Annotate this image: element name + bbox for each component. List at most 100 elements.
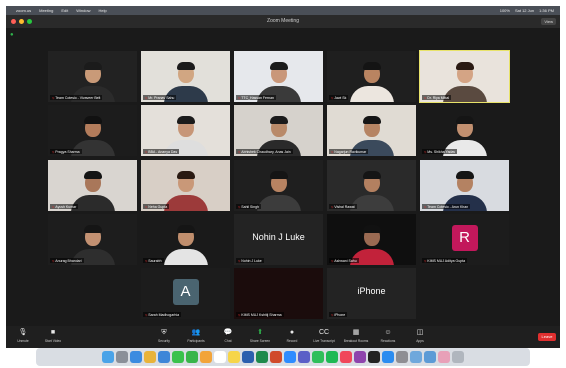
participant-tile[interactable]: ⦸Abhishek Chaudhary, Anas Jain xyxy=(234,105,323,156)
start-video-button[interactable]: ■ Start Video xyxy=(38,328,68,343)
photos-icon[interactable] xyxy=(200,351,212,363)
chat-button[interactable]: 💬 Chat xyxy=(213,328,243,343)
participant-tile[interactable]: A ⦸Sarah Madhogarhia xyxy=(141,268,230,319)
participant-name: Nohin J Luke xyxy=(241,258,262,263)
participant-tile[interactable]: ⦸Vishal Rawat xyxy=(327,160,416,211)
muted-mic-icon: ⦸ xyxy=(331,204,334,209)
participant-tile[interactable]: ⦸TTC_Hassan Fernan xyxy=(234,51,323,102)
powerpoint-icon[interactable] xyxy=(270,351,282,363)
excel-icon[interactable] xyxy=(256,351,268,363)
participant-hair xyxy=(176,171,195,179)
leave-button[interactable]: Leave xyxy=(538,333,556,341)
trash-icon[interactable] xyxy=(452,351,464,363)
safari-icon[interactable] xyxy=(130,351,142,363)
toolbar-button-label: Participants xyxy=(187,339,205,343)
screen: zoom.us Meeting Edit Window Help 100% Sa… xyxy=(0,0,566,368)
breakout-rooms-button[interactable]: ▦ Breakout Rooms xyxy=(341,328,371,343)
record-icon: ● xyxy=(289,329,295,336)
reactions-button[interactable]: ☺ Reactions xyxy=(373,328,403,343)
camera-icon: ■ xyxy=(50,329,56,336)
facetime-icon[interactable] xyxy=(186,351,198,363)
participant-tile[interactable]: ⦸BBA - Ananya Das xyxy=(141,105,230,156)
participant-tile[interactable]: Nohin J Luke ⦸Nohin J Luke xyxy=(234,214,323,265)
chrome-icon[interactable] xyxy=(144,351,156,363)
participant-tile[interactable]: ⦸Jawi Sk xyxy=(327,51,416,102)
participant-display-name: Nohin J Luke xyxy=(252,232,305,242)
toolbar-button-label: Share Screen xyxy=(249,339,271,343)
spotify-icon[interactable] xyxy=(326,351,338,363)
menu-edit[interactable]: Edit xyxy=(61,8,68,13)
tv-icon[interactable] xyxy=(368,351,380,363)
participant-tile[interactable]: iPhone ⦸iPhone xyxy=(327,268,416,319)
record-button[interactable]: ● Record xyxy=(277,328,307,343)
participant-name: Anurag Bhandari xyxy=(55,258,82,263)
podcasts-icon[interactable] xyxy=(354,351,366,363)
participant-tile[interactable]: ⦸Ms. Shikha Yadav xyxy=(420,105,509,156)
preview-icon[interactable] xyxy=(410,351,422,363)
participant-tile[interactable]: ⦸Nagarjun Ravikumar xyxy=(327,105,416,156)
whatsapp-icon[interactable] xyxy=(312,351,324,363)
participant-tile[interactable]: ⦸Anurag Bhandari xyxy=(48,214,137,265)
participant-name-label: ⦸Sarah Madhogarhia xyxy=(143,312,182,317)
live-transcript-button[interactable]: CC Live Transcript xyxy=(309,328,339,343)
participant-tile[interactable]: R ⦸KIMS MUJ Aditya Gupta xyxy=(420,214,509,265)
emoji-icon: ☺ xyxy=(384,329,392,336)
participant-tile[interactable]: ⦸Dr. Riya Mittal xyxy=(419,50,510,103)
muted-mic-icon: ⦸ xyxy=(145,204,148,209)
participant-name-label: ⦸Ashwani Sahu xyxy=(329,258,359,263)
menu-window[interactable]: Window xyxy=(76,8,90,13)
share-screen-button[interactable]: ⬆ Share Screen xyxy=(245,328,275,343)
participant-name: Team Cotesio - Vivaveer Belt xyxy=(55,95,101,100)
participant-name: Sahil Singh xyxy=(241,204,260,209)
participant-name-label: ⦸Pragya Sharma xyxy=(50,149,82,154)
participant-tile[interactable]: ⦸Team Cotesio - Vivaveer Belt xyxy=(48,51,137,102)
participant-tile[interactable]: ⦸Pragya Sharma xyxy=(48,105,137,156)
photos2-icon[interactable] xyxy=(438,351,450,363)
notes-icon[interactable] xyxy=(228,351,240,363)
menu-help[interactable]: Help xyxy=(99,8,107,13)
calendar-icon[interactable] xyxy=(214,351,226,363)
mail-icon[interactable] xyxy=(158,351,170,363)
music-icon[interactable] xyxy=(340,351,352,363)
settings-icon[interactable] xyxy=(396,351,408,363)
word-icon[interactable] xyxy=(242,351,254,363)
participant-name-label: ⦸Team Cotesio - Arun Khan xyxy=(422,204,471,209)
launchpad-icon[interactable] xyxy=(116,351,128,363)
messages-icon[interactable] xyxy=(172,351,184,363)
battery-percent[interactable]: 100% xyxy=(500,8,510,13)
muted-mic-icon: ⦸ xyxy=(145,95,148,100)
participant-tile[interactable]: ⦸Team Cotesio - Arun Khan xyxy=(420,160,509,211)
participant-name: Abhishek Chaudhary, Anas Jain xyxy=(241,149,291,154)
participant-name-label: ⦸Nohin J Luke xyxy=(236,258,264,263)
participant-tile[interactable]: ⦸Ayush Kumar xyxy=(48,160,137,211)
apps-button[interactable]: ◫ Apps xyxy=(405,328,435,343)
participant-tile[interactable]: ⦸Ashwani Sahu xyxy=(327,214,416,265)
participants-button[interactable]: 👥 Participants xyxy=(181,328,211,343)
shield-icon: ⛨ xyxy=(161,329,167,336)
participant-name: iPhone xyxy=(334,312,346,317)
participant-name: Ms. Shikha Yadav xyxy=(427,149,456,154)
unmute-button[interactable]: 🎙 Unmute xyxy=(8,328,38,343)
participant-tile[interactable]: ⦸KIMS MUJ Kshitij Sharma xyxy=(234,268,323,319)
participant-tile[interactable]: ⦸Neha Gupta xyxy=(141,160,230,211)
finder-icon[interactable] xyxy=(102,351,114,363)
menu-time[interactable]: 1:36 PM xyxy=(539,8,554,13)
encryption-shield-icon[interactable]: ● xyxy=(10,32,16,38)
mic-icon: 🎙 xyxy=(18,329,28,336)
files-icon[interactable] xyxy=(424,351,436,363)
security-button[interactable]: ⛨ Security xyxy=(149,328,179,343)
menu-meeting[interactable]: Meeting xyxy=(39,8,53,13)
participant-name: BBA - Ananya Das xyxy=(148,149,178,154)
muted-mic-icon: ⦸ xyxy=(238,95,241,100)
teams-icon[interactable] xyxy=(298,351,310,363)
participant-avatar: A xyxy=(172,279,199,305)
zoom-icon[interactable] xyxy=(284,351,296,363)
participant-tile[interactable]: ⦸Saurabh xyxy=(141,214,230,265)
view-button[interactable]: View xyxy=(541,18,556,25)
participant-tile[interactable]: ⦸Sahil Singh xyxy=(234,160,323,211)
participant-hair xyxy=(269,171,288,179)
menu-app-name[interactable]: zoom.us xyxy=(16,8,31,13)
appstore-icon[interactable] xyxy=(382,351,394,363)
participant-name: Mr. Pranav Sahu xyxy=(148,95,175,100)
participant-tile[interactable]: ⦸Mr. Pranav Sahu xyxy=(141,51,230,102)
